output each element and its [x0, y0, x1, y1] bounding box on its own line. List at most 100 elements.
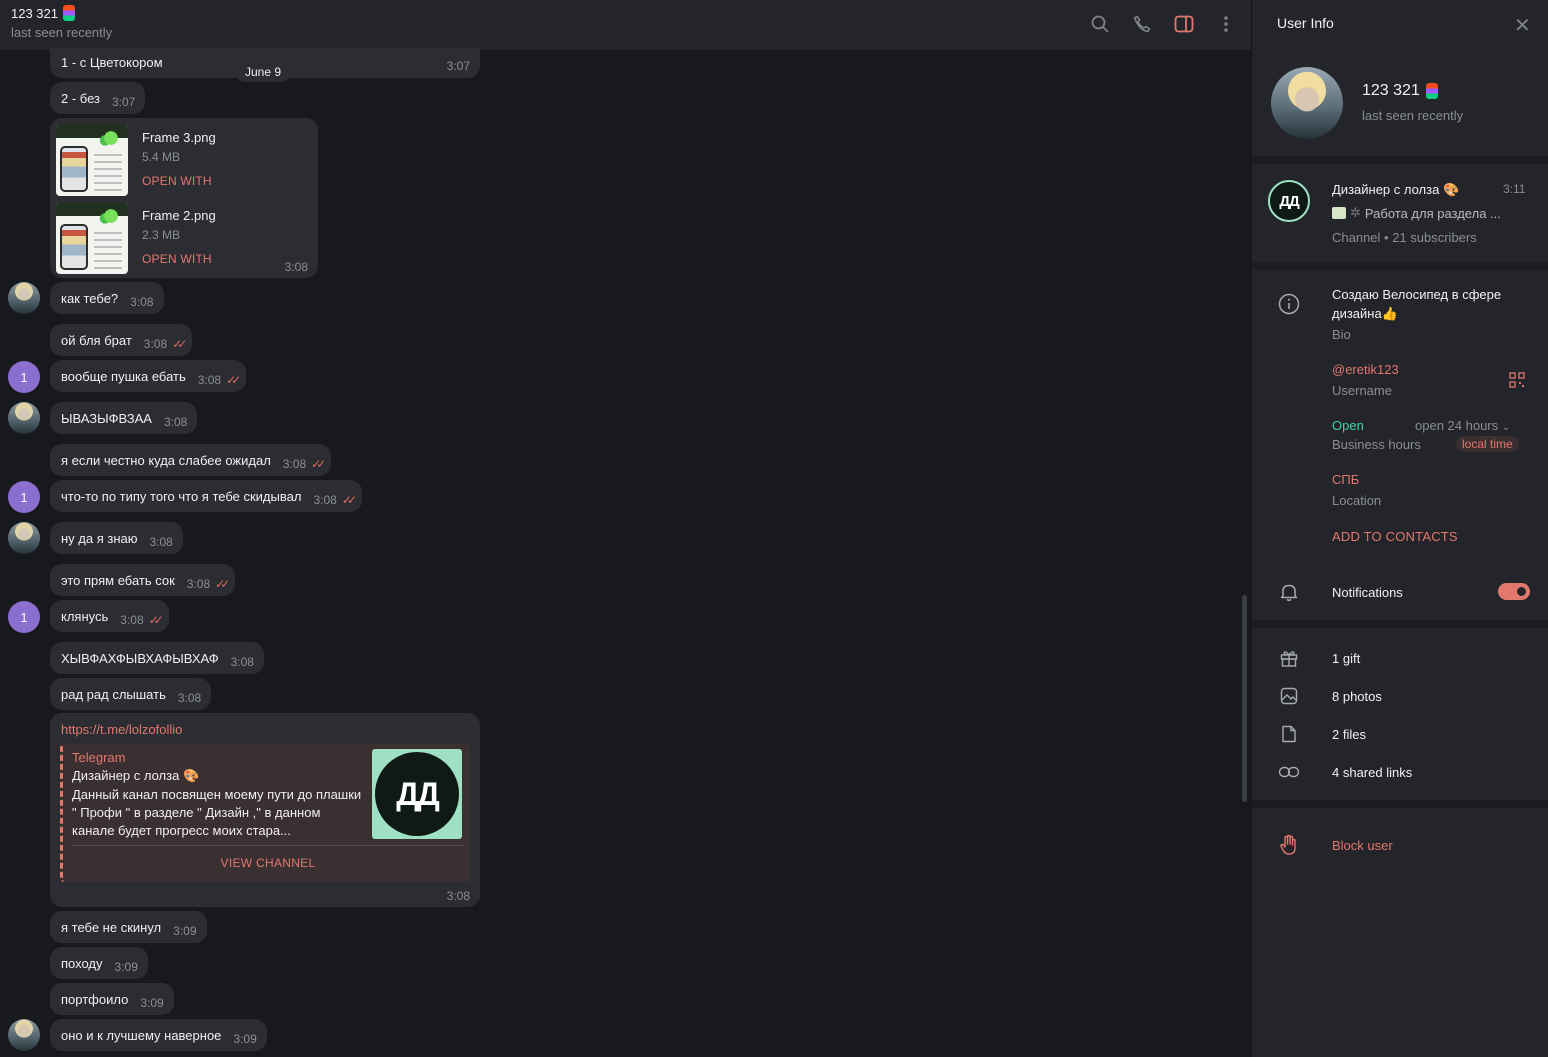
message-bubble[interactable]: ой бля брат 3:08 ✓✓ — [50, 324, 193, 356]
add-to-contacts-button[interactable]: ADD TO CONTACTS — [1332, 529, 1458, 544]
local-time-toggle[interactable]: local time — [1456, 436, 1519, 452]
file-name: Frame 3.png — [142, 130, 216, 145]
notifications-toggle[interactable] — [1498, 583, 1530, 600]
message-time: 3:09 — [173, 924, 197, 938]
search-icon[interactable] — [1089, 13, 1111, 35]
sender-avatar[interactable] — [8, 522, 40, 554]
sender-avatar[interactable] — [8, 282, 40, 314]
message-bubble[interactable]: рад рад слышать 3:08 — [50, 678, 212, 710]
message-time: 3:07 — [112, 95, 136, 109]
link-icon — [1277, 760, 1301, 784]
sender-avatar[interactable]: 1 — [8, 481, 40, 513]
business-hours-value: open 24 hours — [1415, 418, 1499, 433]
notifications-label: Notifications — [1332, 585, 1403, 600]
file-name: Frame 2.png — [142, 208, 216, 223]
file-thumbnail[interactable] — [56, 124, 128, 196]
chat-title-text: 123 321 — [11, 5, 58, 21]
open-with-button[interactable]: OPEN WITH — [142, 174, 212, 188]
preview-divider — [72, 845, 464, 846]
sender-avatar[interactable]: 1 — [8, 361, 40, 393]
message-time: 3:08 — [177, 691, 202, 705]
gift-icon — [1277, 646, 1301, 670]
message-bubble[interactable]: клянусь 3:08 ✓✓ — [50, 600, 169, 632]
message-time: 3:08 — [186, 577, 211, 591]
message-time: 3:09 — [114, 960, 138, 974]
chat-area: 123 321 last seen recently 1 - с Цветоко… — [0, 0, 1251, 1057]
section-divider — [1252, 156, 1548, 164]
business-hours-dropdown[interactable]: open 24 hours ⌄ — [1415, 418, 1510, 433]
chevron-down-icon: ⌄ — [1501, 422, 1511, 433]
business-status: Open — [1332, 418, 1364, 433]
message-bubble[interactable]: я тебе не скинул 3:09 — [50, 911, 207, 943]
message-text: ой бля брат — [61, 333, 132, 348]
message-time: 3:08 — [313, 493, 337, 507]
location-value[interactable]: СПБ — [1332, 472, 1359, 487]
channel-last-message-text: Работа для раздела ... — [1364, 205, 1501, 221]
phone-call-icon[interactable] — [1131, 13, 1153, 35]
section-divider — [1252, 262, 1548, 270]
view-channel-button[interactable]: VIEW CHANNEL — [72, 856, 464, 870]
bell-icon — [1277, 580, 1301, 604]
file-size: 2.3 MB — [142, 228, 181, 242]
message-link[interactable]: https://t.me/lolzofollio — [61, 722, 182, 737]
channel-logo: ДД — [375, 752, 459, 836]
profile-name-text: 123 321 — [1362, 82, 1420, 99]
message-time: 3:08 — [446, 889, 470, 903]
message-time: 3:08 — [163, 415, 188, 429]
block-user-button[interactable]: Block user — [1332, 838, 1393, 853]
read-checkmarks-icon: ✓✓ — [148, 613, 164, 627]
sender-avatar[interactable]: 1 — [8, 601, 40, 633]
message-time: 3:08 — [284, 260, 308, 274]
message-bubble[interactable]: ну да я знаю 3:08 — [50, 522, 183, 554]
close-icon[interactable]: ✕ — [1514, 13, 1531, 38]
gifts-link[interactable]: 1 gift — [1332, 651, 1360, 666]
chat-header[interactable]: 123 321 last seen recently — [0, 0, 1251, 50]
message-text: вообще пушка ебать — [61, 369, 186, 384]
link-preview[interactable]: Telegram Дизайнер с лолза 🎨 Данный канал… — [60, 744, 470, 882]
message-bubble[interactable]: портфоило 3:09 — [50, 983, 174, 1015]
file-thumbnail[interactable] — [56, 202, 128, 274]
more-menu-icon[interactable] — [1215, 13, 1237, 35]
preview-image[interactable]: ДД — [372, 749, 462, 839]
message-bubble[interactable]: это прям ебать сок 3:08 ✓✓ — [50, 564, 236, 596]
read-checkmarks-icon: ✓✓ — [172, 337, 187, 351]
message-bubble[interactable]: ХЫВФАХФЫВХАФЫВХАФ 3:08 — [50, 642, 264, 674]
message-bubble[interactable]: оно и к лучшему наверное 3:09 — [50, 1019, 267, 1051]
business-hours-label: Business hours — [1332, 437, 1421, 452]
qr-code-icon[interactable] — [1509, 372, 1525, 388]
message-bubble[interactable]: как тебе? 3:08 — [50, 282, 164, 314]
info-icon — [1277, 292, 1301, 316]
message-text: я если честно куда слабее ожидал — [61, 453, 271, 468]
gear-emoji-icon: ✲ — [1350, 205, 1361, 220]
message-text: ну да я знаю — [61, 531, 138, 546]
read-checkmarks-icon: ✓✓ — [341, 493, 357, 507]
profile-avatar[interactable] — [1271, 67, 1343, 139]
file-message[interactable]: Frame 3.png 5.4 MB OPEN WITH Frame 2.png… — [50, 118, 318, 278]
open-with-button[interactable]: OPEN WITH — [142, 252, 212, 266]
sidebar-toggle-icon[interactable] — [1173, 13, 1195, 35]
message-bubble[interactable]: вообще пушка ебать 3:08 ✓✓ — [50, 360, 247, 392]
message-time: 3:08 — [230, 655, 254, 669]
message-bubble[interactable]: походу 3:09 — [50, 947, 148, 979]
shared-links-link[interactable]: 4 shared links — [1332, 765, 1412, 780]
username-value[interactable]: @eretik123 — [1332, 362, 1399, 377]
bio-text: Создаю Велосипед в сфере — [1332, 287, 1502, 302]
message-bubble[interactable]: ЫВАЗЫФВЗАА 3:08 — [50, 402, 198, 434]
message-bubble[interactable]: я если честно куда слабее ожидал 3:08 ✓✓ — [50, 444, 332, 476]
files-link[interactable]: 2 files — [1332, 727, 1366, 742]
message-bubble[interactable]: 2 - без 3:07 — [50, 82, 146, 114]
message-text: рад рад слышать — [61, 687, 166, 702]
message-time: 3:08 — [149, 535, 173, 549]
message-text: я тебе не скинул — [61, 920, 162, 935]
newspaper-emoji-icon — [1332, 207, 1346, 219]
chat-scrollbar[interactable] — [1242, 595, 1247, 802]
chat-title[interactable]: 123 321 — [11, 5, 75, 21]
sender-avatar[interactable] — [8, 1019, 40, 1051]
photos-link[interactable]: 8 photos — [1332, 689, 1382, 704]
message-time: 3:08 — [197, 373, 222, 387]
message-time: 3:08 — [282, 457, 307, 471]
message-bubble[interactable]: что-то по типу того что я тебе скидывал … — [50, 480, 362, 512]
sender-avatar[interactable] — [8, 402, 40, 434]
location-label: Location — [1332, 493, 1382, 508]
link-message[interactable]: https://t.me/lolzofollio Telegram Дизайн… — [50, 713, 480, 907]
